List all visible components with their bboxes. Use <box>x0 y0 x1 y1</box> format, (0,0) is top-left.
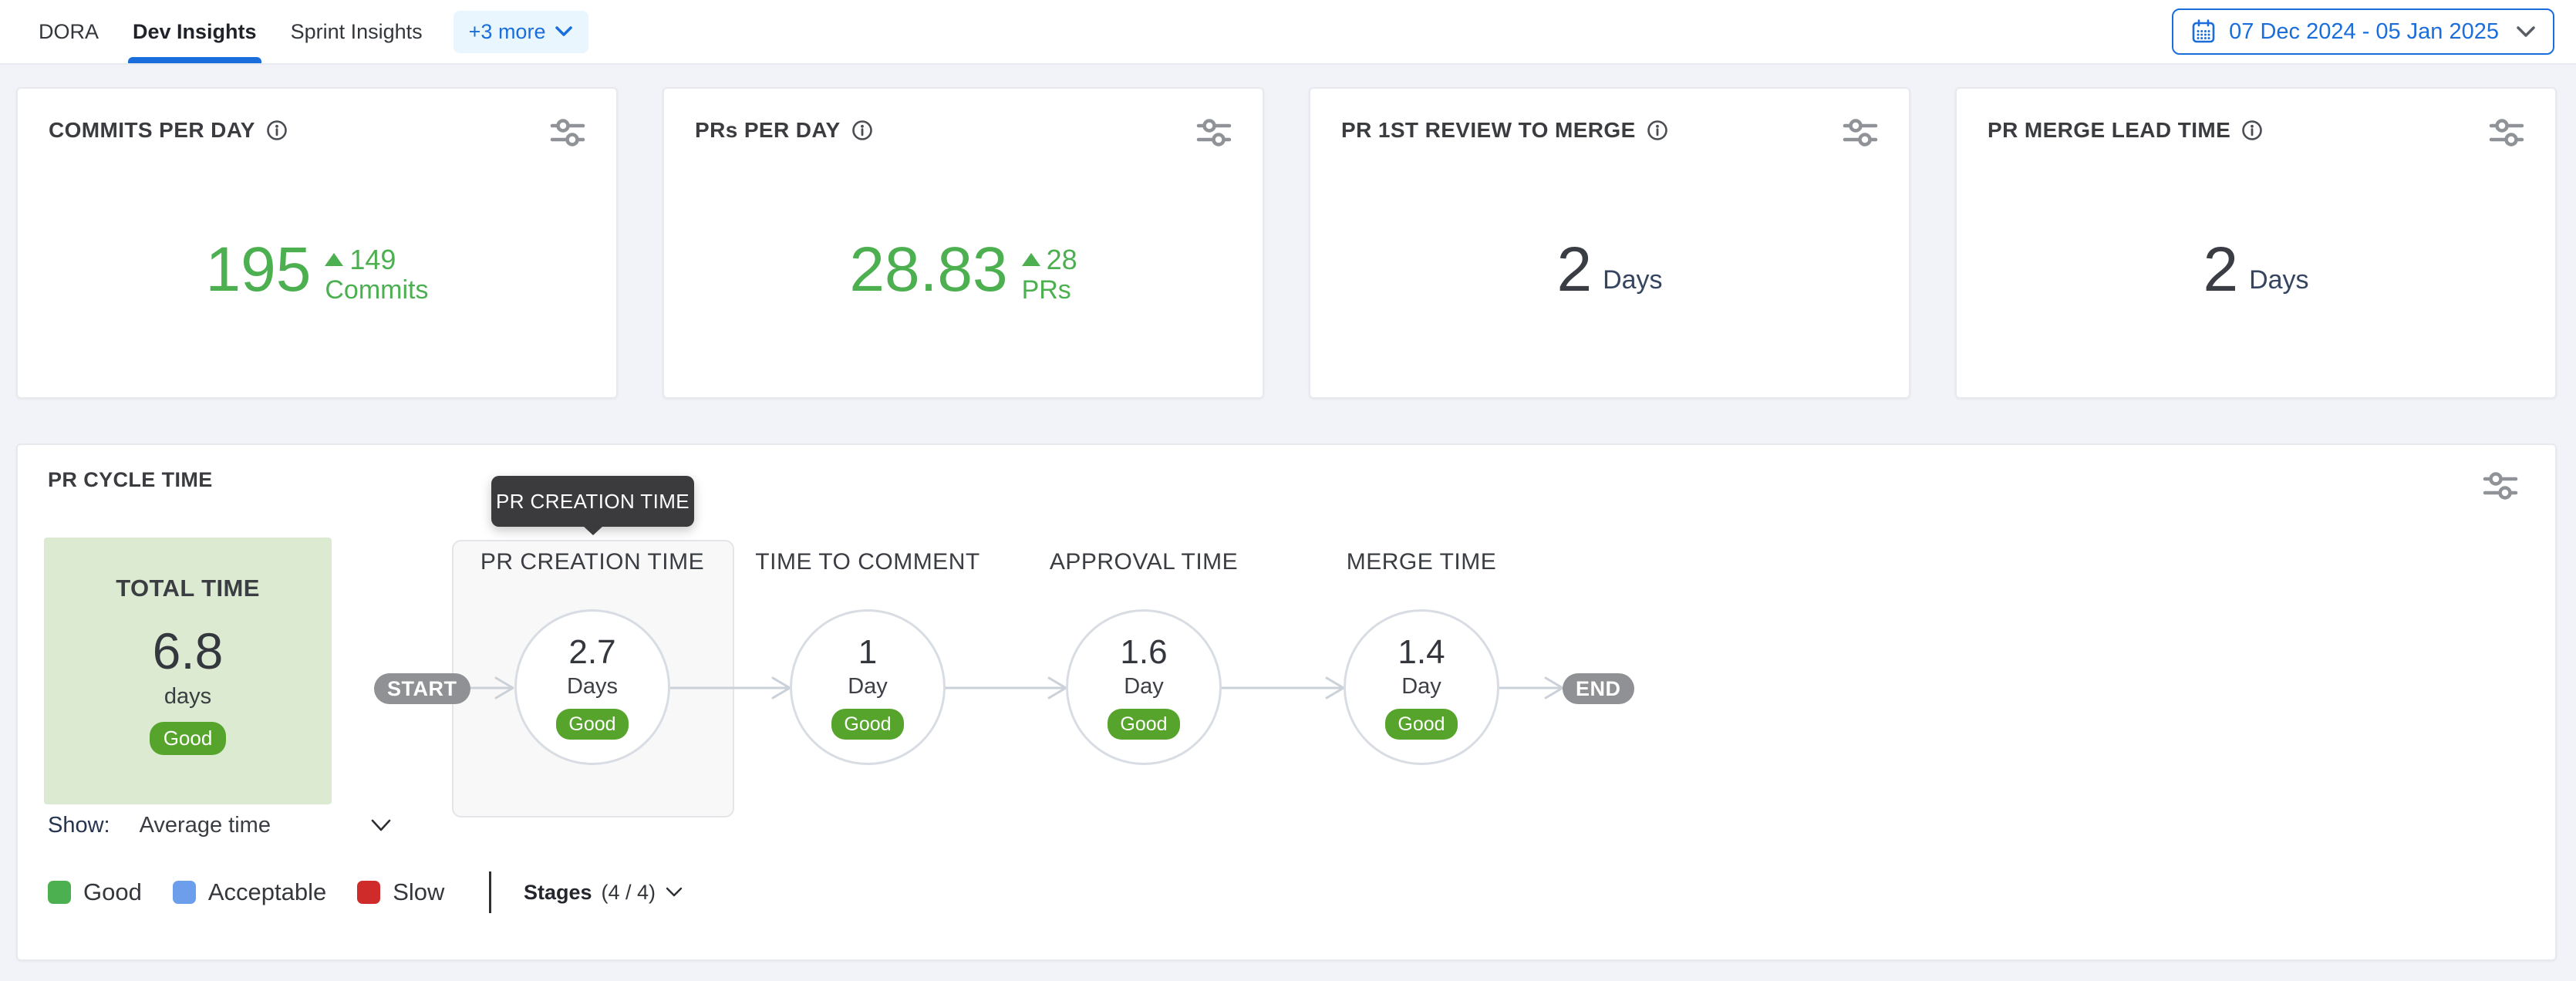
chevron-down-icon <box>555 25 573 38</box>
card-commits-per-day: COMMITS PER DAY 195 149 Commits <box>16 87 618 399</box>
metric-delta: 28 <box>1047 244 1077 275</box>
legend-item-good: Good <box>48 878 142 906</box>
show-mode-dropdown[interactable]: Show: Average time <box>48 807 393 843</box>
stage-label: APPROVAL TIME <box>1050 549 1238 575</box>
filter-sliders-icon[interactable] <box>2483 470 2518 506</box>
more-tabs-dropdown[interactable]: +3 more <box>453 11 589 53</box>
pr-cycle-time-panel: PR CYCLE TIME TOTAL TIME 6.8 days Good P… <box>16 443 2557 961</box>
stage-value: 2.7 <box>568 635 615 669</box>
tab-sprint-insights[interactable]: Sprint Insights <box>274 0 440 63</box>
metric-delta: 149 <box>349 244 396 275</box>
metric-value: 28.83 <box>849 238 1007 302</box>
stage-time-to-comment[interactable]: TIME TO COMMENT 1 Day Good <box>743 549 992 765</box>
status-badge: Good <box>556 709 628 740</box>
tab-dora-label: DORA <box>39 20 99 44</box>
legend: Good Acceptable Slow Stages (4 / 4) <box>48 871 683 914</box>
up-arrow-icon <box>1022 253 1040 266</box>
tab-dev-insights[interactable]: Dev Insights <box>116 0 274 63</box>
legend-label: Good <box>83 878 142 906</box>
stage-tooltip: PR CREATION TIME <box>491 476 694 527</box>
tab-sprint-insights-label: Sprint Insights <box>291 20 423 44</box>
legend-divider <box>489 871 491 913</box>
status-badge: Good <box>1108 709 1179 740</box>
stage-circle[interactable]: 2.7 Days Good <box>514 609 670 765</box>
legend-swatch-good <box>48 881 71 904</box>
legend-item-acceptable: Acceptable <box>173 878 326 906</box>
stages-filter-label: Stages <box>524 881 592 905</box>
date-range-label: 07 Dec 2024 - 05 Jan 2025 <box>2229 19 2499 45</box>
stage-unit: Day <box>1401 674 1441 700</box>
metric-value: 195 <box>206 238 312 302</box>
more-tabs-label: +3 more <box>469 20 546 44</box>
legend-label: Acceptable <box>208 878 326 906</box>
card-title: PR 1ST REVIEW TO MERGE <box>1341 118 1636 143</box>
show-label: Show: <box>48 813 110 838</box>
info-icon[interactable] <box>2241 120 2263 141</box>
filter-sliders-icon[interactable] <box>550 116 585 153</box>
stage-label: MERGE TIME <box>1347 549 1496 575</box>
stage-circle[interactable]: 1 Day Good <box>790 609 946 765</box>
legend-item-slow: Slow <box>357 878 444 906</box>
chevron-down-icon <box>2516 25 2536 39</box>
stages-filter-count: (4 / 4) <box>601 881 656 905</box>
stage-value: 1.6 <box>1120 635 1167 669</box>
filter-sliders-icon[interactable] <box>2489 116 2524 153</box>
card-title: PRs PER DAY <box>695 118 841 143</box>
metric-unit: Commits <box>325 275 428 306</box>
stage-circle[interactable]: 1.4 Day Good <box>1344 609 1499 765</box>
metric-unit: Days <box>1603 265 1662 295</box>
filter-sliders-icon[interactable] <box>1196 116 1232 153</box>
metric-unit: PRs <box>1022 275 1071 306</box>
stage-value: 1.4 <box>1398 635 1445 669</box>
info-icon[interactable] <box>266 120 288 141</box>
info-icon[interactable] <box>1647 120 1668 141</box>
legend-swatch-acceptable <box>173 881 196 904</box>
status-badge: Good <box>1385 709 1457 740</box>
card-pr-merge-lead-time: PR MERGE LEAD TIME 2 Days <box>1955 87 2557 399</box>
stage-unit: Day <box>1124 674 1164 700</box>
flow-end-pill: END <box>1563 673 1634 704</box>
stage-pr-creation-time[interactable]: PR CREATION TIME 2.7 Days Good <box>468 549 716 765</box>
flow-start-pill: START <box>374 673 470 704</box>
stage-approval-time[interactable]: APPROVAL TIME 1.6 Day Good <box>1020 549 1268 765</box>
stage-label: PR CREATION TIME <box>480 549 704 575</box>
stage-circle[interactable]: 1.6 Day Good <box>1066 609 1222 765</box>
tab-dev-insights-label: Dev Insights <box>133 20 257 44</box>
metric-value: 2 <box>2203 238 2238 302</box>
chevron-down-icon <box>369 818 393 833</box>
tab-bar: DORA Dev Insights Sprint Insights +3 mor… <box>22 0 588 63</box>
date-range-picker[interactable]: 07 Dec 2024 - 05 Jan 2025 <box>2172 8 2554 55</box>
stage-merge-time[interactable]: MERGE TIME 1.4 Day Good <box>1297 549 1546 765</box>
metric-cards-row: COMMITS PER DAY 195 149 Commits <box>16 87 2557 399</box>
metric-unit: Days <box>2249 265 2308 295</box>
chevron-down-icon <box>665 886 683 898</box>
metric-value: 2 <box>1556 238 1592 302</box>
filter-sliders-icon[interactable] <box>1843 116 1878 153</box>
tab-dora[interactable]: DORA <box>22 0 116 63</box>
stage-label: TIME TO COMMENT <box>755 549 979 575</box>
stage-unit: Day <box>848 674 888 700</box>
card-prs-per-day: PRs PER DAY 28.83 28 PRs <box>663 87 1264 399</box>
stage-tooltip-label: PR CREATION TIME <box>496 490 690 514</box>
stage-unit: Days <box>567 674 618 700</box>
calendar-icon <box>2190 19 2217 45</box>
card-title: COMMITS PER DAY <box>49 118 255 143</box>
stage-value: 1 <box>858 635 877 669</box>
show-selected-value: Average time <box>140 813 271 838</box>
card-title: PR MERGE LEAD TIME <box>1988 118 2230 143</box>
card-pr-first-review-to-merge: PR 1ST REVIEW TO MERGE 2 Days <box>1309 87 1910 399</box>
status-badge: Good <box>831 709 903 740</box>
legend-swatch-slow <box>357 881 380 904</box>
up-arrow-icon <box>325 253 343 266</box>
info-icon[interactable] <box>851 120 873 141</box>
top-bar: DORA Dev Insights Sprint Insights +3 mor… <box>0 0 2576 65</box>
legend-label: Slow <box>393 878 444 906</box>
stages-filter-dropdown[interactable]: Stages (4 / 4) <box>524 881 683 905</box>
